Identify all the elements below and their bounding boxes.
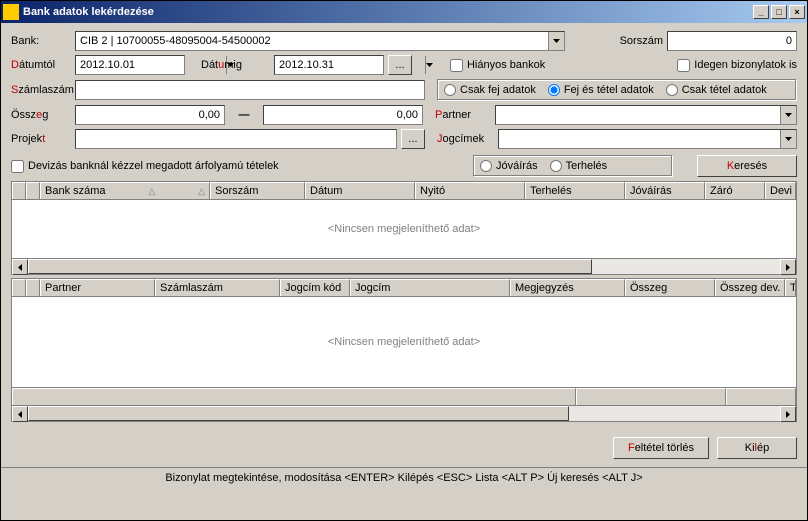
row-indicator-col[interactable] <box>26 182 40 199</box>
col-zaro[interactable]: Záró <box>705 182 765 199</box>
scroll-thumb[interactable] <box>28 259 592 274</box>
grid-tetel-footer <box>12 387 796 405</box>
dash-label: — <box>229 109 259 121</box>
bank-input[interactable] <box>76 32 548 50</box>
partner-label: Partner <box>435 109 471 121</box>
sorszam-input[interactable] <box>667 31 797 51</box>
grid-tetel-hscroll[interactable] <box>12 405 796 421</box>
grid-tetel-body: <Nincsen megjeleníthető adat> <box>12 297 796 387</box>
col-terheles[interactable]: Terhelés <box>525 182 625 199</box>
szamlaszam-input[interactable] <box>75 80 425 100</box>
grid-bank-header: Bank száma△△ Sorszám Dátum Nyitó Terhelé… <box>12 182 796 200</box>
sort-asc-icon: △ <box>198 186 205 197</box>
scroll-left-icon[interactable] <box>12 406 28 422</box>
fej-tetel-radio[interactable]: Fej és tétel adatok <box>548 84 654 96</box>
scroll-right-icon[interactable] <box>780 259 796 275</box>
scroll-thumb[interactable] <box>28 406 569 421</box>
row-marker-col[interactable] <box>12 279 26 296</box>
projekt-label: Projekt <box>11 133 71 145</box>
sorszam-label: Sorszám <box>620 35 663 47</box>
col-szamlaszam[interactable]: Számlaszám <box>155 279 280 296</box>
chevron-down-icon[interactable] <box>425 56 433 74</box>
grid-tetel-header: Partner Számlaszám Jogcím kód Jogcím Meg… <box>12 279 796 297</box>
jogcimek-label: Jogcímek <box>437 133 484 145</box>
idegen-checkbox[interactable]: Idegen bizonylatok is <box>677 59 797 72</box>
osszeg-label: Összeg <box>11 109 71 121</box>
kereses-button[interactable]: Keresés <box>697 155 797 177</box>
jogcimek-input[interactable] <box>499 130 780 148</box>
bank-combo[interactable] <box>75 31 565 51</box>
status-text: Bizonylat megtekintése, modosítása <ENTE… <box>165 472 642 484</box>
osszeg-to-input[interactable] <box>263 105 423 125</box>
col-bank-szama[interactable]: Bank száma△△ <box>40 182 210 199</box>
hianyos-checkbox[interactable]: Hiányos bankok <box>450 59 545 72</box>
chevron-down-icon[interactable] <box>780 130 796 148</box>
col-megjegyzes[interactable]: Megjegyzés <box>510 279 625 296</box>
close-button[interactable]: × <box>789 5 805 19</box>
csak-tetel-radio[interactable]: Csak tétel adatok <box>666 84 767 96</box>
chevron-down-icon[interactable] <box>548 32 564 50</box>
sort-asc-icon: △ <box>148 186 155 197</box>
osszeg-from-input[interactable] <box>75 105 225 125</box>
adatok-radio-group: Csak fej adatok Fej és tétel adatok Csak… <box>437 79 797 101</box>
feltetel-torles-button[interactable]: Feltétel törlés <box>613 437 709 459</box>
statusbar: Bizonylat megtekintése, modosítása <ENTE… <box>1 467 807 487</box>
szamlaszam-label: Számlaszám <box>11 84 71 96</box>
scroll-left-icon[interactable] <box>12 259 28 275</box>
row-indicator-col[interactable] <box>26 279 40 296</box>
grid-bank-body: <Nincsen megjeleníthető adat> <box>12 200 796 258</box>
maximize-button[interactable]: □ <box>771 5 787 19</box>
csak-fej-radio[interactable]: Csak fej adatok <box>444 84 536 96</box>
col-jogcimkod[interactable]: Jogcím kód <box>280 279 350 296</box>
scroll-right-icon[interactable] <box>780 406 796 422</box>
partner-combo[interactable] <box>495 105 797 125</box>
no-data-text: <Nincsen megjeleníthető adat> <box>328 223 480 235</box>
window-title: Bank adatok lekérdezése <box>23 6 751 18</box>
col-osszeg[interactable]: Összeg <box>625 279 715 296</box>
chevron-down-icon[interactable] <box>780 106 796 124</box>
jogcimek-combo[interactable] <box>498 129 797 149</box>
datumig-combo[interactable] <box>274 55 384 75</box>
col-osszegdev[interactable]: Összeg dev. <box>715 279 785 296</box>
bank-label: Bank: <box>11 35 71 47</box>
row-marker-col[interactable] <box>12 182 26 199</box>
jovairas-radio[interactable]: Jóváírás <box>480 160 538 172</box>
minimize-button[interactable]: _ <box>753 5 769 19</box>
datumtol-combo[interactable] <box>75 55 185 75</box>
col-partner[interactable]: Partner <box>40 279 155 296</box>
datumig-label: Dátumig <box>201 59 242 71</box>
titlebar: Bank adatok lekérdezése _ □ × <box>1 1 807 23</box>
col-tip[interactable]: Tip <box>785 279 796 296</box>
col-jovairas[interactable]: Jóváírás <box>625 182 705 199</box>
grid-tetel: Partner Számlaszám Jogcím kód Jogcím Meg… <box>11 278 797 422</box>
app-icon <box>3 4 19 20</box>
col-jogcim[interactable]: Jogcím <box>350 279 510 296</box>
grid-bank: Bank száma△△ Sorszám Dátum Nyitó Terhelé… <box>11 181 797 275</box>
jovairas-terheles-group: Jóváírás Terhelés <box>473 155 673 177</box>
col-nyito[interactable]: Nyitó <box>415 182 525 199</box>
grid-bank-hscroll[interactable] <box>12 258 796 274</box>
col-sorszam[interactable]: Sorszám <box>210 182 305 199</box>
partner-input[interactable] <box>496 106 780 124</box>
datumtol-label: Dátumtól <box>11 59 71 71</box>
projekt-input[interactable] <box>75 129 397 149</box>
date-picker-button[interactable]: ... <box>388 55 412 75</box>
devizas-checkbox[interactable]: Devizás banknál kézzel megadott árfolyam… <box>11 160 279 173</box>
kilep-button[interactable]: Kilép <box>717 437 797 459</box>
col-datum[interactable]: Dátum <box>305 182 415 199</box>
projekt-picker-button[interactable]: ... <box>401 129 425 149</box>
col-devi[interactable]: Devi <box>765 182 796 199</box>
no-data-text: <Nincsen megjeleníthető adat> <box>328 336 480 348</box>
terheles-radio[interactable]: Terhelés <box>550 160 608 172</box>
